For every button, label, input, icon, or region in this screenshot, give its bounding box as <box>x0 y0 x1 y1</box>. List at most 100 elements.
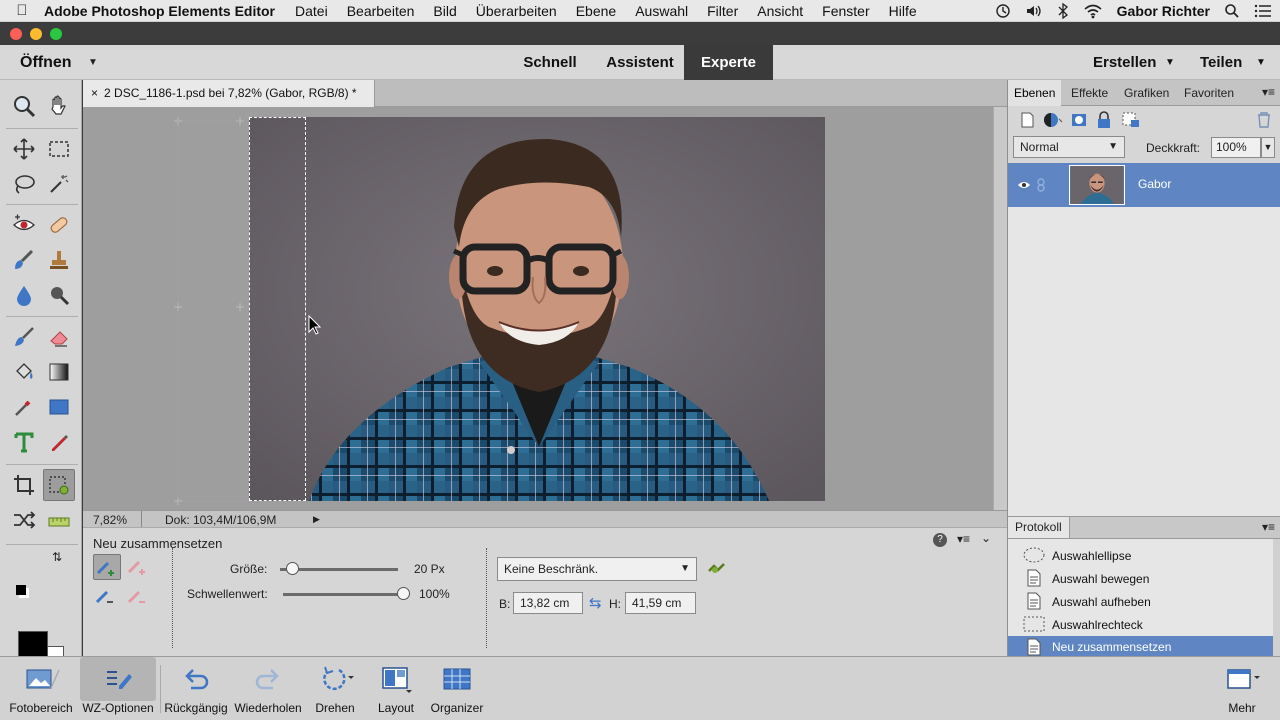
sponge-tool-icon[interactable] <box>43 279 75 311</box>
tab-ebenen[interactable]: Ebenen <box>1008 80 1062 106</box>
marquee-selection[interactable] <box>249 117 306 501</box>
volume-icon[interactable] <box>1025 3 1043 19</box>
straighten-tool-icon[interactable] <box>43 504 75 536</box>
mark-keep-brush-button[interactable] <box>93 554 121 580</box>
opacity-field[interactable]: 100% <box>1211 137 1261 158</box>
link-layer-icon[interactable] <box>1036 178 1046 192</box>
zoom-tool-icon[interactable] <box>8 90 40 122</box>
history-item[interactable]: Auswahl bewegen <box>1008 567 1274 590</box>
create-dropdown-arrow-icon[interactable]: ▼ <box>1165 45 1175 80</box>
menu-datei[interactable]: Datei <box>295 3 328 19</box>
size-slider-knob[interactable] <box>285 562 299 575</box>
apple-icon[interactable]:  <box>0 2 44 19</box>
hand-tool-icon[interactable] <box>43 90 75 122</box>
history-item-active[interactable]: Neu zusammensetzen <box>1008 636 1274 657</box>
swap-dimensions-icon[interactable] <box>706 561 726 577</box>
history-item[interactable]: Auswahlellipse <box>1008 544 1274 567</box>
portrait-photo[interactable] <box>249 117 825 501</box>
layer-list-empty-area[interactable] <box>1008 207 1280 516</box>
menu-bild[interactable]: Bild <box>433 3 456 19</box>
width-field[interactable]: 13,82 cm <box>513 592 583 614</box>
rectangular-marquee-tool-icon[interactable] <box>43 133 75 165</box>
history-item[interactable]: Auswahlrechteck <box>1008 613 1274 636</box>
menu-hilfe[interactable]: Hilfe <box>889 3 917 19</box>
swap-colors-icon[interactable]: ⇅ <box>52 550 62 564</box>
tab-favoriten[interactable]: Favoriten <box>1178 80 1240 106</box>
help-icon[interactable]: ? <box>933 533 947 547</box>
tab-schnell[interactable]: Schnell <box>510 45 590 80</box>
tab-assistent[interactable]: Assistent <box>596 45 684 80</box>
adjustment-layer-icon[interactable] <box>1042 111 1064 129</box>
threshold-value[interactable]: 100% <box>419 587 450 601</box>
threshold-slider-knob[interactable] <box>397 587 410 600</box>
menu-fenster[interactable]: Fenster <box>822 3 869 19</box>
blend-mode-select[interactable]: Normal ▼ <box>1013 136 1125 158</box>
spotlight-search-icon[interactable] <box>1224 3 1240 19</box>
menu-filter[interactable]: Filter <box>707 3 738 19</box>
layer-name[interactable]: Gabor <box>1138 177 1171 191</box>
menu-ueberarbeiten[interactable]: Überarbeiten <box>476 3 557 19</box>
history-item[interactable]: Auswahl aufheben <box>1008 590 1274 613</box>
smart-brush-tool-icon[interactable] <box>8 244 40 276</box>
height-field[interactable]: 41,59 cm <box>625 592 696 614</box>
threshold-slider-track[interactable] <box>283 593 403 596</box>
blend-mode-arrow-icon[interactable]: ▼ <box>1108 137 1118 157</box>
share-button[interactable]: Teilen <box>1200 45 1242 80</box>
layer-thumbnail[interactable] <box>1069 165 1125 205</box>
wifi-icon[interactable] <box>1083 3 1103 19</box>
collapse-options-icon[interactable]: ⌄ <box>981 531 991 545</box>
lock-layer-icon[interactable] <box>1096 111 1112 129</box>
clone-stamp-tool-icon[interactable] <box>43 244 75 276</box>
size-value[interactable]: 20 Px <box>414 562 445 576</box>
brush-tool-icon[interactable] <box>8 321 40 353</box>
zoom-level[interactable]: 7,82% <box>93 513 127 527</box>
tab-experte[interactable]: Experte <box>684 45 773 80</box>
window-close-button[interactable] <box>10 28 22 40</box>
text-tool-icon[interactable] <box>8 426 40 458</box>
link-dimensions-icon[interactable]: ⇆ <box>589 594 602 612</box>
content-aware-move-tool-icon[interactable] <box>8 504 40 536</box>
magic-wand-tool-icon[interactable] <box>43 168 75 200</box>
notification-center-icon[interactable] <box>1254 3 1272 19</box>
more-button[interactable]: Mehr <box>1214 657 1270 720</box>
menu-ebene[interactable]: Ebene <box>576 3 616 19</box>
crop-tool-icon[interactable] <box>8 469 40 501</box>
delete-layer-icon[interactable] <box>1256 111 1272 129</box>
erase-keep-brush-button[interactable] <box>93 584 121 610</box>
layer-row-gabor[interactable]: Gabor <box>1008 163 1280 207</box>
options-menu-icon[interactable]: ▾≡ <box>957 532 970 546</box>
blur-tool-icon[interactable] <box>8 279 40 311</box>
panel-menu-icon[interactable]: ▾≡ <box>1262 85 1275 99</box>
create-button[interactable]: Erstellen <box>1093 45 1156 80</box>
spot-healing-brush-tool-icon[interactable] <box>43 209 75 241</box>
menu-ansicht[interactable]: Ansicht <box>757 3 803 19</box>
history-panel-title[interactable]: Protokoll <box>1008 517 1070 538</box>
history-menu-icon[interactable]: ▾≡ <box>1262 520 1275 534</box>
menu-bearbeiten[interactable]: Bearbeiten <box>347 3 415 19</box>
vertical-scrollbar[interactable] <box>993 107 1007 510</box>
erase-remove-brush-button[interactable] <box>125 584 153 610</box>
window-zoom-button[interactable] <box>50 28 62 40</box>
red-eye-removal-tool-icon[interactable] <box>8 209 40 241</box>
layout-button[interactable]: Layout <box>372 657 420 720</box>
paint-bucket-tool-icon[interactable] <box>8 356 40 388</box>
organizer-button[interactable]: Organizer <box>426 657 488 720</box>
eraser-tool-icon[interactable] <box>43 321 75 353</box>
open-dropdown-arrow-icon[interactable]: ▼ <box>88 45 98 80</box>
gradient-tool-icon[interactable] <box>43 356 75 388</box>
rotate-button[interactable]: Drehen <box>308 657 362 720</box>
eye-visibility-icon[interactable] <box>1017 180 1031 190</box>
eyedropper-tool-icon[interactable] <box>8 391 40 423</box>
recompose-tool-icon[interactable] <box>43 469 75 501</box>
photo-bin-button[interactable]: Fotobereich <box>2 657 80 720</box>
mark-remove-brush-button[interactable] <box>125 554 153 580</box>
default-colors-icon[interactable] <box>16 585 26 595</box>
new-layer-icon[interactable] <box>1018 111 1036 129</box>
document-tab[interactable]: × 2 DSC_1186-1.psd bei 7,82% (Gabor, RGB/… <box>83 80 375 107</box>
tab-effekte[interactable]: Effekte <box>1065 80 1114 106</box>
undo-button[interactable]: Rückgängig <box>164 657 228 720</box>
layer-mask-icon[interactable] <box>1070 111 1088 129</box>
history-scrollbar[interactable] <box>1273 539 1280 657</box>
lasso-tool-icon[interactable] <box>8 168 40 200</box>
bluetooth-icon[interactable] <box>1057 3 1069 19</box>
